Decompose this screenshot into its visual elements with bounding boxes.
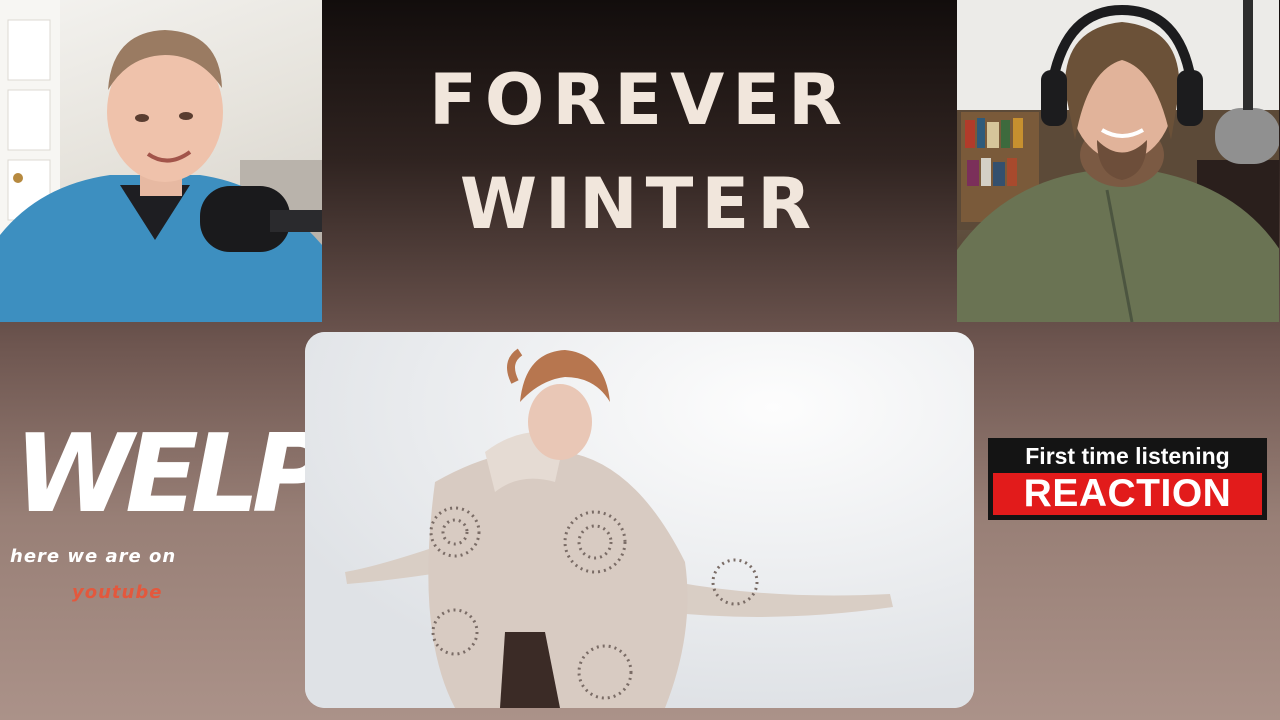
left-webcam <box>0 0 322 322</box>
song-title: FOREVER WINTER <box>322 48 957 256</box>
title-line-2: WINTER <box>459 163 820 245</box>
badge-label: REACTION <box>993 473 1262 515</box>
welp-logo: WELP here we are on youtube <box>0 410 331 610</box>
right-webcam <box>957 0 1279 322</box>
right-host-image <box>957 0 1279 322</box>
reaction-badge: First time listening REACTION <box>988 438 1267 520</box>
title-line-1: FOREVER <box>429 59 850 141</box>
artwork-image <box>305 332 974 708</box>
badge-subtitle: First time listening <box>1025 443 1230 469</box>
logo-wordmark: WELP <box>14 412 331 537</box>
logo-tagline: here we are on <box>10 546 177 567</box>
left-host-image <box>0 0 322 322</box>
album-artwork <box>305 332 974 708</box>
logo-platform: youtube <box>72 582 163 603</box>
